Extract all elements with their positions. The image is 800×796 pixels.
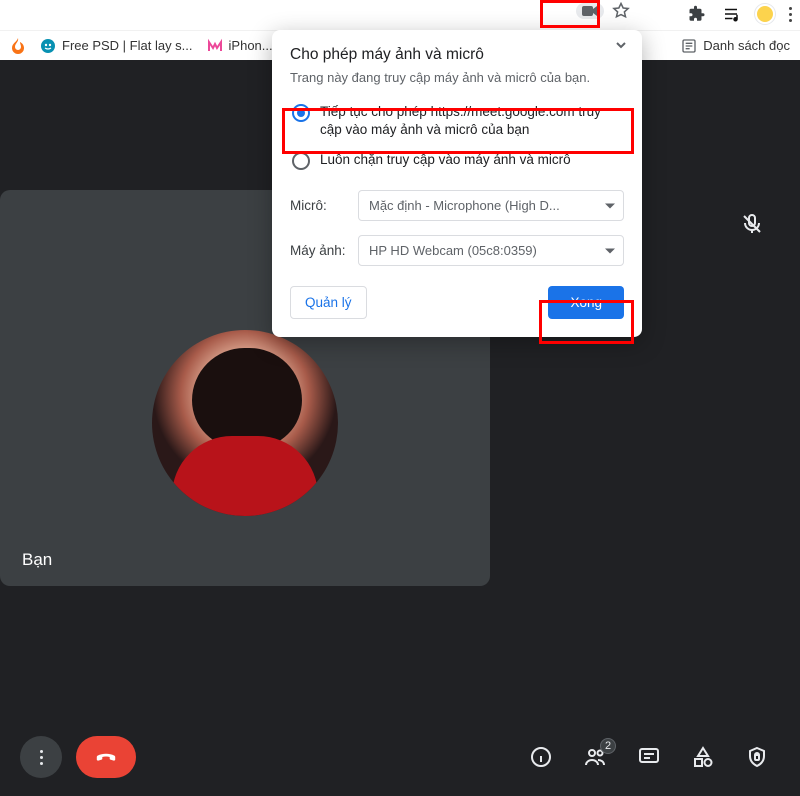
flame-icon	[10, 38, 26, 54]
manage-button[interactable]: Quản lý	[290, 286, 367, 319]
letter-m-icon	[207, 38, 223, 54]
shield-lock-icon	[745, 745, 769, 769]
list-icon	[681, 38, 697, 54]
info-button[interactable]	[528, 744, 554, 770]
mic-select[interactable]: Mặc định - Microphone (High D...	[358, 190, 624, 221]
browser-right-icons	[687, 4, 792, 24]
permission-subtitle: Trang này đang truy cập máy ảnh và micrô…	[290, 70, 624, 85]
chrome-menu-icon[interactable]	[789, 7, 792, 22]
reading-list-button[interactable]: Danh sách đọc	[681, 38, 790, 54]
bookmark-item[interactable]	[10, 38, 26, 54]
profile-extension-icon[interactable]	[755, 4, 775, 24]
bookmark-star-icon[interactable]	[612, 2, 630, 20]
reading-list-label: Danh sách đọc	[703, 38, 790, 53]
radio-allow[interactable]: Tiếp tục cho phép https://meet.google.co…	[290, 97, 624, 145]
music-extension-icon[interactable]	[721, 4, 741, 24]
radio-block-label: Luôn chặn truy cập vào máy ảnh và micrô	[320, 151, 622, 170]
more-options-button[interactable]	[20, 736, 62, 778]
freepik-icon	[40, 38, 56, 54]
radio-block[interactable]: Luôn chặn truy cập vào máy ảnh và micrô	[290, 145, 624, 176]
phone-hangup-icon	[93, 744, 119, 770]
bottom-right-controls: 2	[528, 744, 780, 770]
browser-toolbar	[0, 0, 800, 30]
address-bar-indicators	[576, 2, 630, 20]
popup-collapse-icon[interactable]	[614, 38, 628, 52]
people-count-badge: 2	[600, 738, 616, 754]
camera-in-use-chip[interactable]	[576, 3, 604, 19]
bookmark-label: Free PSD | Flat lay s...	[62, 38, 193, 53]
activities-button[interactable]	[690, 744, 716, 770]
done-button[interactable]: Xong	[548, 286, 624, 319]
meet-bottom-bar: 2	[0, 718, 800, 796]
mic-select-value: Mặc định - Microphone (High D...	[369, 198, 560, 213]
mic-label: Micrô:	[290, 198, 348, 213]
bookmark-label: iPhon...	[229, 38, 273, 53]
chevron-down-icon	[605, 248, 615, 253]
chevron-down-icon	[605, 203, 615, 208]
camera-label: Máy ảnh:	[290, 243, 348, 258]
host-controls-button[interactable]	[744, 744, 770, 770]
people-button[interactable]: 2	[582, 744, 608, 770]
camera-icon	[582, 5, 598, 17]
hangup-button[interactable]	[76, 736, 136, 778]
radio-unchecked-icon	[292, 152, 310, 170]
extensions-icon[interactable]	[687, 4, 707, 24]
camera-select[interactable]: HP HD Webcam (05c8:0359)	[358, 235, 624, 266]
shapes-icon	[691, 745, 715, 769]
info-icon	[529, 745, 553, 769]
permission-title: Cho phép máy ảnh và micrô	[290, 46, 624, 64]
radio-checked-icon	[292, 104, 310, 122]
bookmark-item[interactable]: iPhon...	[207, 38, 273, 54]
bookmark-item[interactable]: Free PSD | Flat lay s...	[40, 38, 193, 54]
camera-select-value: HP HD Webcam (05c8:0359)	[369, 243, 537, 258]
permission-popup: Cho phép máy ảnh và micrô Trang này đang…	[272, 30, 642, 337]
tile-name-label: Bạn	[22, 550, 52, 570]
chat-icon	[637, 745, 661, 769]
chat-button[interactable]	[636, 744, 662, 770]
mic-muted-icon[interactable]	[734, 206, 770, 242]
dots-vertical-icon	[40, 750, 43, 765]
avatar	[152, 330, 338, 516]
radio-allow-label: Tiếp tục cho phép https://meet.google.co…	[320, 103, 622, 139]
